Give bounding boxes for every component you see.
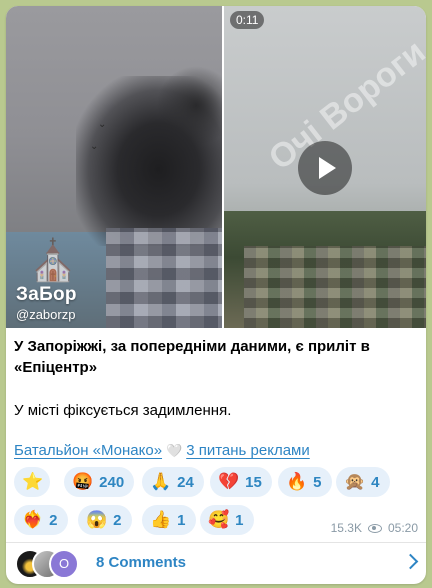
white-heart-icon: 🤍 [166, 443, 183, 458]
star-icon: ⭐ [22, 472, 44, 491]
comments-bar[interactable]: O 8 Comments [6, 543, 426, 584]
reaction-angry[interactable]: 🤬 240 [64, 467, 135, 497]
screaming-face-icon: 😱 [86, 510, 108, 529]
brand-handle: @zaborzp [16, 307, 76, 322]
reaction-count: 4 [371, 473, 380, 491]
brand-watermark: ЗаБор [16, 284, 77, 305]
bird-icon: ⌄ [98, 119, 107, 130]
reaction-thumbs-up[interactable]: 👍 1 [142, 505, 196, 535]
reaction-count: 15 [245, 473, 262, 491]
angry-face-icon: 🤬 [72, 472, 94, 491]
post-meta: 15.3K 05:20 [331, 521, 418, 535]
post-headline: У Запоріжжі, за попередніми даними, є пр… [14, 338, 370, 376]
broken-heart-icon: 💔 [218, 472, 240, 491]
bird-icon: ⌄ [90, 141, 99, 152]
reaction-pray[interactable]: 🙏 24 [142, 467, 204, 497]
reaction-fire[interactable]: 🔥 5 [278, 467, 332, 497]
reaction-count: 24 [177, 473, 194, 491]
avatar: O [49, 549, 79, 579]
praying-hands-icon: 🙏 [150, 472, 172, 491]
link-channel[interactable]: Батальйон «Монако» [14, 442, 162, 459]
reaction-count: 1 [177, 511, 186, 529]
link-ads[interactable]: 3 питань реклами [186, 442, 310, 459]
message-card: ⌄ ⌄ ⛪ ЗаБор @zaborzp Очі Вороги 0:11 У З… [6, 6, 426, 584]
chevron-right-icon[interactable] [402, 553, 419, 570]
reaction-star[interactable]: ⭐ [14, 467, 50, 497]
reaction-count: 1 [235, 511, 244, 529]
reaction-smiling-hearts[interactable]: 🥰 1 [200, 505, 254, 535]
photo-smoke[interactable]: ⌄ ⌄ ⛪ ЗаБор @zaborzp [6, 6, 222, 328]
video-duration: 0:11 [230, 11, 265, 29]
reaction-heart-on-fire[interactable]: ❤️‍🔥 2 [14, 505, 68, 535]
reaction-count: 2 [113, 511, 122, 529]
fire-icon: 🔥 [286, 472, 308, 491]
speak-no-evil-monkey-icon: 🙊 [344, 472, 366, 491]
post-time: 05:20 [387, 521, 418, 535]
heart-on-fire-icon: ❤️‍🔥 [22, 510, 44, 529]
reaction-broken-heart[interactable]: 💔 15 [210, 467, 272, 497]
post-links: Батальйон «Монако» 🤍 3 питань реклами [14, 442, 310, 459]
eye-icon [367, 523, 382, 533]
reaction-count: 240 [99, 473, 125, 491]
smiling-face-with-hearts-icon: 🥰 [208, 510, 230, 529]
church-logo-icon: ⛪ [28, 239, 78, 283]
view-count: 15.3K [330, 521, 362, 535]
comments-label[interactable]: 8 Comments [96, 554, 186, 571]
reaction-scream[interactable]: 😱 2 [78, 505, 132, 535]
thumbs-up-icon: 👍 [150, 510, 172, 529]
reaction-count: 5 [313, 473, 322, 491]
reaction-monkey[interactable]: 🙊 4 [336, 467, 390, 497]
play-icon[interactable] [298, 141, 352, 195]
post-body: У місті фіксується задимлення. [14, 402, 232, 419]
media-album: ⌄ ⌄ ⛪ ЗаБор @zaborzp Очі Вороги 0:11 [6, 6, 426, 328]
reaction-count: 2 [49, 511, 58, 529]
